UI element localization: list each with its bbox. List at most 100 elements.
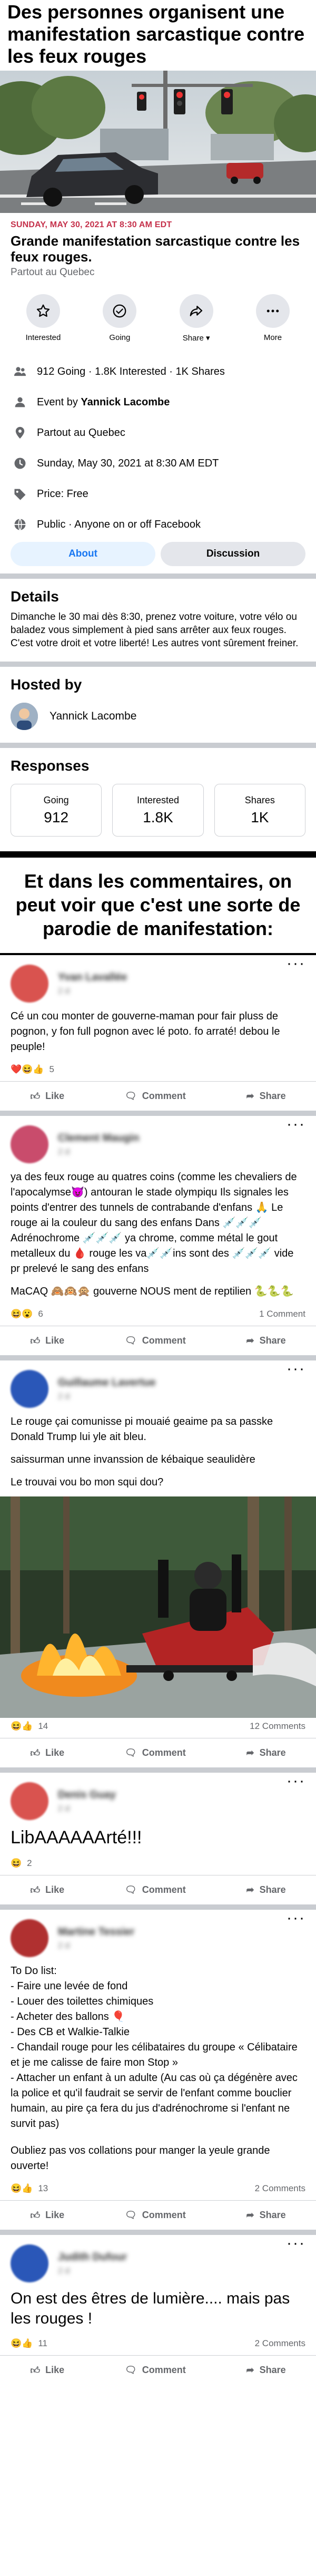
- post-action-bar: 👍︎ Like 🗨︎ Comment ➦ Share: [0, 1326, 316, 1355]
- share-arrow-icon: ➦: [246, 1091, 254, 1101]
- avatar[interactable]: [11, 1370, 48, 1408]
- thumbs-up-icon: 👍︎: [30, 1335, 41, 1346]
- comment-button[interactable]: 🗨︎ Comment: [125, 2210, 186, 2221]
- tab-discussion[interactable]: Discussion: [161, 542, 305, 566]
- comment-button[interactable]: 🗨︎ Comment: [125, 1335, 186, 1346]
- author-name[interactable]: Guillaume Lavertue: [58, 1377, 156, 1389]
- post-more-icon[interactable]: ···: [287, 1910, 305, 1926]
- like-button[interactable]: 👍︎ Like: [30, 1091, 64, 1102]
- share-label: Share ▾: [182, 334, 210, 343]
- reactions-bar[interactable]: 😆 2: [0, 1855, 316, 1875]
- privacy-text: Public · Anyone on or off Facebook: [37, 518, 201, 530]
- share-label: Share: [259, 1747, 286, 1758]
- comment-post: ··· Denis Guay 2 d LibAAAAAArté!!! 😆 2 👍…: [0, 1773, 316, 1904]
- like-button[interactable]: 👍︎ Like: [30, 2210, 64, 2221]
- like-button[interactable]: 👍︎ Like: [30, 2365, 64, 2376]
- post-action-bar: 👍︎ Like 🗨︎ Comment ➦ Share: [0, 1738, 316, 1767]
- section-divider: [0, 1355, 316, 1360]
- meme-image[interactable]: [0, 1496, 316, 1718]
- price-text: Price: Free: [37, 488, 88, 500]
- share-post-button[interactable]: ➦ Share: [246, 2365, 286, 2376]
- post-text: Le rouge çai comunisse pi mouaié geaime …: [11, 1416, 273, 1443]
- post-time: 2 d: [58, 2266, 70, 2276]
- info-privacy: Public · Anyone on or off Facebook: [0, 509, 316, 540]
- comment-button[interactable]: 🗨︎ Comment: [125, 1747, 186, 1758]
- like-button[interactable]: 👍︎ Like: [30, 1884, 64, 1896]
- response-shares[interactable]: Shares 1K: [214, 784, 305, 837]
- reaction-count: 13: [38, 2183, 48, 2193]
- info-stats[interactable]: 912 Going · 1.8K Interested · 1K Shares: [0, 356, 316, 387]
- event-tabs: About Discussion: [0, 540, 316, 566]
- reaction-emojis: 😆: [11, 1858, 22, 1868]
- share-label: Share: [259, 1091, 286, 1101]
- avatar[interactable]: [11, 1782, 48, 1820]
- reactions-bar[interactable]: 😆😮 6 1 Comment: [0, 1306, 316, 1326]
- share-post-button[interactable]: ➦ Share: [246, 1335, 286, 1346]
- post-time: 2 d: [58, 1804, 70, 1813]
- post-action-bar: 👍︎ Like 🗨︎ Comment ➦ Share: [0, 2355, 316, 2385]
- comment-count[interactable]: 1 Comment: [259, 1309, 305, 1319]
- post-more-icon[interactable]: ···: [287, 2235, 305, 2251]
- share-arrow-icon: ➦: [246, 1884, 254, 1895]
- comment-button[interactable]: 🗨︎ Comment: [125, 1884, 186, 1895]
- response-going[interactable]: Going 912: [11, 784, 102, 837]
- avatar[interactable]: [11, 1125, 48, 1163]
- response-interested[interactable]: Interested 1.8K: [112, 784, 204, 837]
- post-more-icon[interactable]: ···: [287, 956, 305, 971]
- reactions-bar[interactable]: 😆👍 11 2 Comments: [0, 2335, 316, 2355]
- like-button[interactable]: 👍︎ Like: [30, 1747, 64, 1759]
- author-name[interactable]: Clement Maugin: [58, 1132, 139, 1144]
- like-button[interactable]: 👍︎ Like: [30, 1335, 64, 1347]
- share-post-button[interactable]: ➦ Share: [246, 1747, 286, 1758]
- share-post-button[interactable]: ➦ Share: [246, 1884, 286, 1895]
- comment-button[interactable]: 🗨︎ Comment: [125, 2365, 186, 2376]
- info-location[interactable]: Partout au Quebec: [0, 417, 316, 448]
- speech-bubble-icon: 🗨︎: [124, 1335, 137, 1346]
- comment-count[interactable]: 2 Comments: [255, 2183, 305, 2194]
- reactions-bar[interactable]: ❤️😆👍 5: [0, 1061, 316, 1081]
- speech-bubble-icon: 🗨︎: [124, 1091, 137, 1101]
- post-time: 2 d: [58, 1147, 70, 1156]
- post-action-bar: 👍︎ Like 🗨︎ Comment ➦ Share: [0, 1875, 316, 1904]
- post-more-icon[interactable]: ···: [287, 1773, 305, 1789]
- reactions-bar[interactable]: 😆👍 13 2 Comments: [0, 2180, 316, 2200]
- thumbs-up-icon: 👍︎: [30, 2365, 41, 2376]
- reaction-count: 14: [38, 1721, 48, 1731]
- share-arrow-icon: ➦: [246, 1747, 254, 1758]
- author-name[interactable]: Denis Guay: [58, 1789, 116, 1801]
- tab-about[interactable]: About: [11, 542, 155, 566]
- author-name[interactable]: Yvan Lavallée: [58, 971, 127, 984]
- todo-line: - Louer des toilettes chimiques: [11, 1996, 154, 2007]
- response-value: 1.8K: [143, 809, 173, 825]
- post-more-icon[interactable]: ···: [287, 1116, 305, 1132]
- going-button[interactable]: Going: [91, 294, 148, 343]
- response-label: Shares: [244, 795, 275, 805]
- avatar[interactable]: [11, 2244, 48, 2282]
- avatar[interactable]: [11, 1919, 48, 1957]
- reactions-bar[interactable]: 😆👍 14 12 Comments: [0, 1718, 316, 1738]
- comment-post: ··· Judith Dufour 2 d On est des êtres d…: [0, 2235, 316, 2385]
- share-post-button[interactable]: ➦ Share: [246, 2210, 286, 2221]
- datetime-text: Sunday, May 30, 2021 at 8:30 AM EDT: [37, 457, 219, 469]
- more-button[interactable]: More: [244, 294, 301, 343]
- host-row[interactable]: Yannick Lacombe: [0, 698, 316, 743]
- post-text: ya des feux rouge au quatres coins (comm…: [11, 1171, 297, 1275]
- comment-label: Comment: [142, 2210, 186, 2220]
- author-name[interactable]: Judith Dufour: [58, 2251, 127, 2263]
- share-post-button[interactable]: ➦ Share: [246, 1091, 286, 1102]
- section-divider: [0, 662, 316, 667]
- response-label: Interested: [136, 795, 180, 805]
- avatar[interactable]: [11, 965, 48, 1003]
- share-button[interactable]: Share ▾: [168, 294, 225, 343]
- response-value: 912: [44, 809, 69, 825]
- comment-count[interactable]: 2 Comments: [255, 2338, 305, 2349]
- event-by-name[interactable]: Yannick Lacombe: [81, 396, 170, 409]
- responses-heading: Responses: [11, 757, 90, 774]
- comment-label: Comment: [142, 2365, 186, 2375]
- todo-line: To Do list:: [11, 1965, 57, 1977]
- interested-button[interactable]: Interested: [15, 294, 72, 343]
- post-more-icon[interactable]: ···: [287, 1361, 305, 1377]
- comment-count[interactable]: 12 Comments: [250, 1721, 305, 1732]
- comment-button[interactable]: 🗨︎ Comment: [125, 1091, 186, 1102]
- author-name[interactable]: Martine Tessier: [58, 1926, 134, 1938]
